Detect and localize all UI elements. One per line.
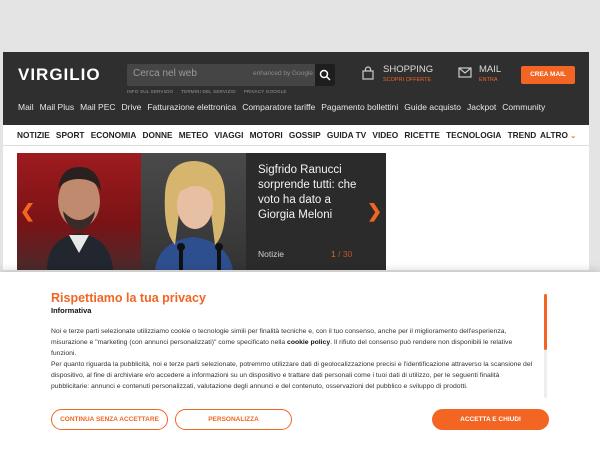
more-label: ALTRO — [540, 130, 568, 140]
service-link[interactable]: Guide acquisto — [404, 102, 461, 112]
category-donne[interactable]: DONNE — [143, 130, 173, 140]
category-video[interactable]: VIDEO — [372, 130, 398, 140]
category-sport[interactable]: SPORT — [56, 130, 85, 140]
virgilio-logo[interactable]: VIRGILIO — [18, 65, 101, 85]
search-link-terms[interactable]: TERMINI DEL SERVIZIO — [181, 89, 236, 94]
slide-counter: 1 / 30 — [331, 249, 352, 259]
category-motori[interactable]: MOTORI — [250, 130, 283, 140]
cookie-policy-link[interactable]: cookie policy — [287, 339, 330, 346]
category-tecnologia[interactable]: TECNOLOGIA — [446, 130, 501, 140]
privacy-text: Noi e terze parti selezionate utilizziam… — [51, 326, 539, 392]
category-meteo[interactable]: METEO — [179, 130, 209, 140]
privacy-title: Rispettiamo la tua privacy — [51, 291, 206, 305]
more-menu[interactable]: ALTRO ⌄ — [540, 130, 576, 140]
service-link[interactable]: Fatturazione elettronica — [147, 102, 236, 112]
search-icon — [319, 69, 331, 81]
category-trend[interactable]: TREND — [508, 130, 537, 140]
service-link[interactable]: Community — [502, 102, 545, 112]
search-link-info[interactable]: INFO SUL SERVIZIO — [127, 89, 173, 94]
privacy-consent-modal: Rispettiamo la tua privacy Informativa N… — [0, 272, 600, 450]
category-gossip[interactable]: GOSSIP — [289, 130, 321, 140]
shopping-subtitle: SCOPRI OFFERTE — [383, 77, 432, 83]
main-content: ❮ ❯ Sigfrido Ranucci sorprende tutti: ch… — [3, 146, 589, 270]
accept-and-close-button[interactable]: ACCETTA E CHIUDI — [432, 409, 549, 430]
mail-title: MAIL — [479, 64, 502, 75]
slide-category[interactable]: Notizie — [258, 249, 284, 259]
service-link[interactable]: Mail PEC — [80, 102, 115, 112]
search-links: INFO SUL SERVIZIO TERMINI DEL SERVIZIO P… — [127, 89, 287, 94]
slider-prev-arrow-icon[interactable]: ❮ — [20, 201, 35, 222]
category-economia[interactable]: ECONOMIA — [91, 130, 137, 140]
search-button[interactable] — [315, 64, 335, 86]
privacy-subtitle: Informativa — [51, 306, 92, 315]
envelope-icon — [458, 67, 472, 78]
service-link[interactable]: Mail — [18, 102, 34, 112]
category-nav: NOTIZIE SPORT ECONOMIA DONNE METEO VIAGG… — [3, 125, 589, 146]
mail-subtitle: ENTRA — [479, 77, 498, 83]
search-link-privacy[interactable]: PRIVACY GOOGLE — [244, 89, 287, 94]
service-link[interactable]: Mail Plus — [40, 102, 74, 112]
service-link[interactable]: Pagamento bollettini — [321, 102, 398, 112]
continue-without-accepting-button[interactable]: CONTINUA SENZA ACCETTARE — [51, 409, 168, 430]
services-nav: Mail Mail Plus Mail PEC Drive Fatturazio… — [18, 102, 551, 112]
category-notizie[interactable]: NOTIZIE — [17, 130, 50, 140]
search-engine-label: enhanced by Google — [253, 70, 313, 77]
news-slider: ❮ ❯ Sigfrido Ranucci sorprende tutti: ch… — [17, 153, 386, 270]
service-link[interactable]: Jackpot — [467, 102, 496, 112]
privacy-scrollbar[interactable] — [544, 294, 547, 350]
search-box: Cerca nel web enhanced by Google — [127, 64, 335, 86]
slide-image-ranucci[interactable] — [17, 153, 141, 270]
slider-next-arrow-icon[interactable]: ❯ — [367, 201, 382, 222]
create-mail-button[interactable]: CREA MAIL — [521, 66, 575, 84]
category-viaggi[interactable]: VIAGGI — [214, 130, 243, 140]
privacy-para2: Per quanto riguarda la pubblicità, noi e… — [51, 361, 533, 390]
chevron-down-icon: ⌄ — [570, 133, 577, 140]
service-link[interactable]: Drive — [122, 102, 142, 112]
slide-image-meloni[interactable] — [141, 153, 246, 270]
category-ricette[interactable]: RICETTE — [404, 130, 440, 140]
slide-total: / 30 — [338, 249, 353, 259]
customize-button[interactable]: PERSONALIZZA — [175, 409, 292, 430]
slide-headline[interactable]: Sigfrido Ranucci sorprende tutti: che vo… — [258, 163, 358, 223]
search-input[interactable]: Cerca nel web — [133, 68, 197, 79]
site-header: VIRGILIO Cerca nel web enhanced by Googl… — [3, 52, 589, 125]
shopping-bag-icon — [362, 66, 374, 80]
shopping-title: SHOPPING — [383, 64, 434, 75]
service-link[interactable]: Comparatore tariffe — [242, 102, 315, 112]
category-guida-tv[interactable]: GUIDA TV — [327, 130, 366, 140]
slide-current: 1 — [331, 249, 336, 259]
